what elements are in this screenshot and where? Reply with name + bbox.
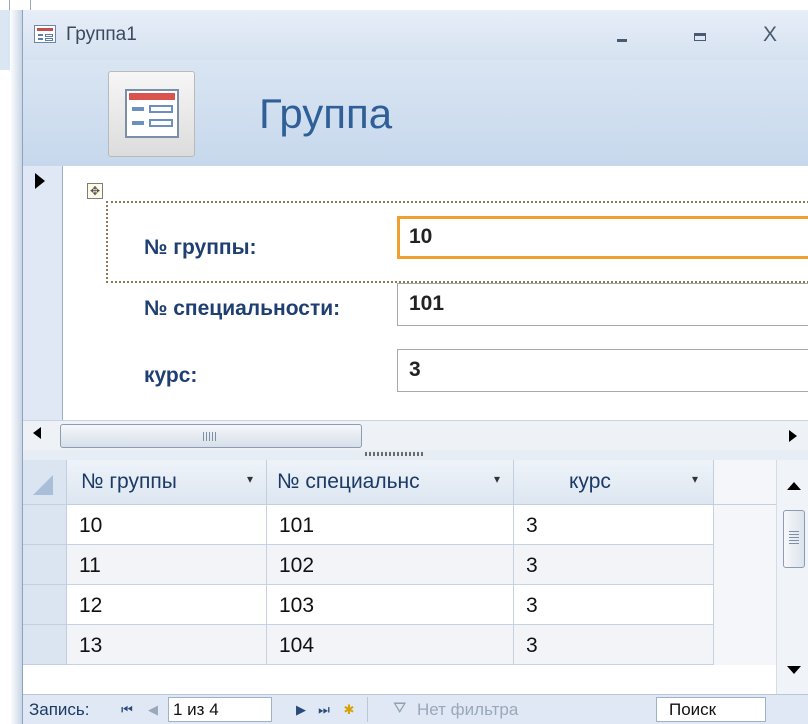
table-row[interactable]: 12 103 3 (23, 585, 776, 625)
row-selector[interactable] (23, 585, 67, 625)
form-icon (125, 89, 179, 138)
horizontal-scroll-thumb[interactable] (60, 424, 362, 448)
minimize-button[interactable] (605, 22, 639, 48)
minimize-icon (617, 39, 627, 42)
empty-column-header (714, 460, 776, 505)
row-selector[interactable] (23, 505, 67, 545)
filter-icon: ⛛ (393, 700, 407, 717)
splitter-grip-icon (365, 452, 425, 456)
table-cell[interactable]: 3 (514, 505, 714, 545)
chevron-down-icon[interactable]: ▾ (494, 472, 500, 486)
next-record-icon[interactable]: ▶ (291, 699, 311, 720)
column-header-group-number[interactable]: № группы ▾ (67, 460, 267, 505)
table-row[interactable]: 10 101 3 (23, 505, 776, 545)
table-cell[interactable]: 12 (67, 585, 267, 625)
table-cell[interactable]: 11 (67, 545, 267, 585)
datasheet: № группы ▾ № специальнс ▾ курс ▾ 10 101 … (23, 460, 808, 694)
grip-icon (789, 531, 799, 545)
table-cell[interactable]: 3 (514, 585, 714, 625)
nav-divider (367, 697, 368, 722)
table-cell[interactable]: 103 (267, 585, 514, 625)
background-top (0, 0, 808, 10)
table-cell[interactable]: 13 (67, 625, 267, 665)
window-shadow (10, 10, 22, 724)
group-number-field[interactable]: 10 (397, 216, 808, 259)
column-header-course[interactable]: курс ▾ (514, 460, 714, 505)
course-label: курс: (144, 364, 198, 387)
record-navigation-bar: Запись: ⏮ ◀ 1 из 4 ▶ ⏭ ✱ ⛛ Нет фильтра П… (23, 694, 808, 724)
split-form-splitter[interactable] (23, 450, 808, 460)
record-selector[interactable] (23, 166, 63, 420)
scroll-right-icon[interactable] (789, 430, 797, 442)
row-filler (714, 545, 776, 585)
form-title: Группа (259, 90, 393, 137)
window-title: Группа1 (66, 24, 137, 45)
maximize-button[interactable] (683, 22, 717, 48)
table-row[interactable]: 13 104 3 (23, 625, 776, 665)
search-input[interactable]: Поиск (656, 697, 766, 722)
horizontal-scrollbar[interactable] (23, 420, 808, 450)
form-detail: ✥ № группы: 10 № специальности: 101 курс… (64, 166, 808, 420)
select-all-corner[interactable] (23, 460, 67, 505)
table-cell[interactable]: 3 (514, 545, 714, 585)
current-record-arrow-icon (35, 173, 45, 189)
form-window: Группа1 X Группа ✥ № группы: 10 № специа… (22, 10, 808, 724)
first-record-icon[interactable]: ⏮ (117, 699, 137, 720)
title-bar[interactable]: Группа1 X (23, 10, 808, 60)
table-cell[interactable]: 10 (67, 505, 267, 545)
course-field[interactable]: 3 (397, 349, 808, 392)
row-filler (714, 585, 776, 625)
column-header-label: № группы (81, 470, 177, 493)
maximize-icon (694, 33, 706, 41)
group-number-label: № группы: (144, 236, 257, 259)
scroll-left-icon[interactable] (33, 427, 41, 439)
last-record-icon[interactable]: ⏭ (314, 699, 334, 720)
column-header-label: курс (569, 470, 611, 493)
row-filler (714, 505, 776, 545)
select-all-icon (33, 475, 53, 495)
chevron-down-icon[interactable]: ▾ (692, 472, 698, 486)
row-filler (714, 625, 776, 665)
grip-icon (203, 432, 217, 441)
specialty-number-label: № специальности: (144, 297, 341, 320)
scroll-up-icon[interactable] (787, 482, 801, 490)
table-cell[interactable]: 104 (267, 625, 514, 665)
column-header-specialty-number[interactable]: № специальнс ▾ (267, 460, 514, 505)
table-cell[interactable]: 101 (267, 505, 514, 545)
scroll-down-icon[interactable] (787, 666, 801, 674)
vertical-scrollbar[interactable] (776, 460, 808, 694)
column-header-label: № специальнс (277, 470, 420, 493)
form-logo (108, 71, 195, 157)
close-button[interactable]: X (753, 22, 787, 48)
filter-toggle-button[interactable]: Нет фильтра (417, 700, 518, 720)
form-header: Группа (23, 60, 808, 166)
specialty-number-field[interactable]: 101 (397, 283, 808, 326)
move-handle-icon[interactable]: ✥ (87, 183, 103, 199)
form-icon (34, 25, 56, 43)
chevron-down-icon[interactable]: ▾ (247, 472, 253, 486)
table-cell[interactable]: 102 (267, 545, 514, 585)
vertical-scroll-thumb[interactable] (783, 510, 805, 568)
previous-record-icon[interactable]: ◀ (143, 699, 163, 720)
current-record-field[interactable]: 1 из 4 (168, 697, 272, 722)
row-selector[interactable] (23, 625, 67, 665)
table-row[interactable]: 11 102 3 (23, 545, 776, 585)
new-record-icon[interactable]: ✱ (339, 699, 359, 720)
row-selector[interactable] (23, 545, 67, 585)
table-cell[interactable]: 3 (514, 625, 714, 665)
record-label: Запись: (29, 700, 90, 719)
